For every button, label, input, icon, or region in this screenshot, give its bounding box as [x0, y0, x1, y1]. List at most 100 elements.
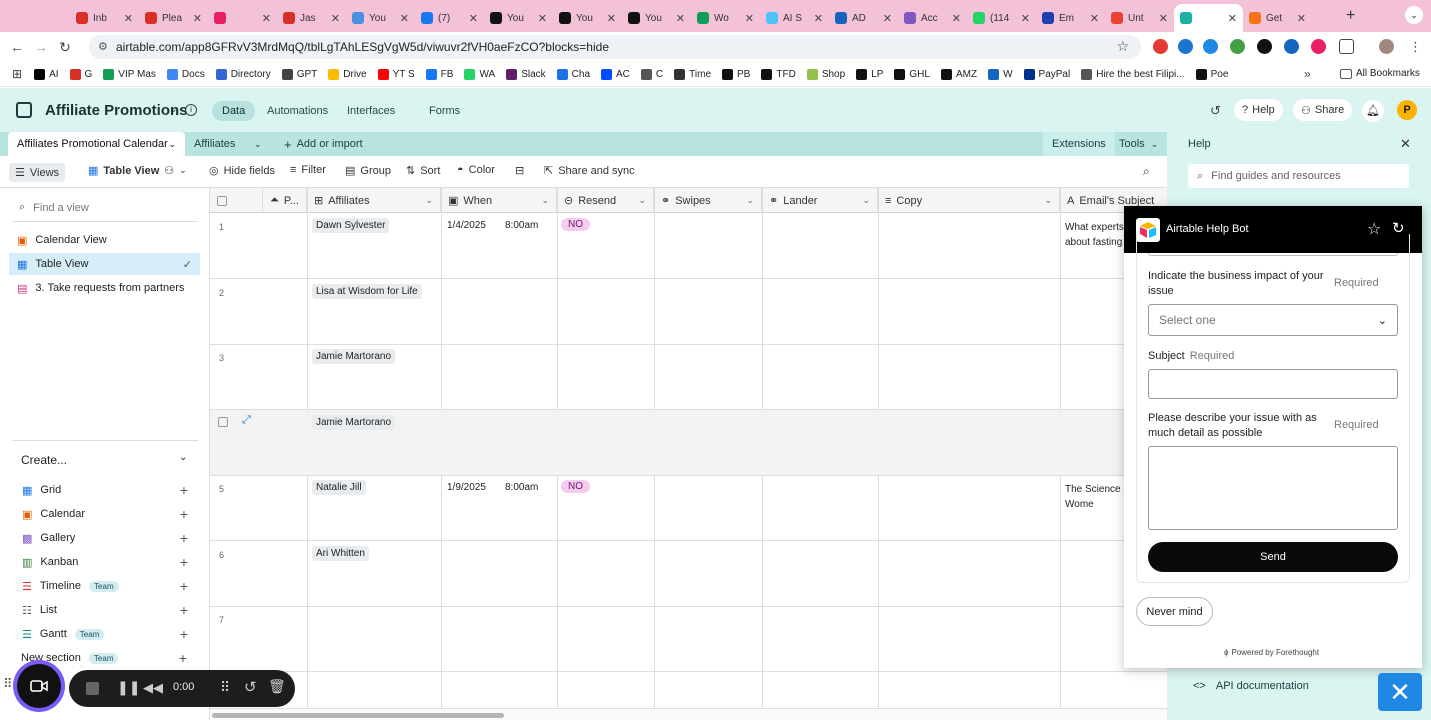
bookmark-item[interactable]: AI: [34, 68, 59, 80]
rewind-icon[interactable]: ◀◀: [143, 680, 163, 696]
browser-tab[interactable]: You ✕: [553, 4, 622, 32]
bookmark-star-icon[interactable]: ☆: [1116, 38, 1129, 55]
browser-tab[interactable]: Plea ✕: [139, 4, 208, 32]
group-button[interactable]: ▤ Group: [345, 164, 391, 178]
when-date[interactable]: 1/4/2025: [447, 220, 486, 231]
create-timeline[interactable]: ☰ Timeline Team +: [22, 576, 190, 596]
extension-icon[interactable]: [1153, 39, 1168, 54]
bookmark-item[interactable]: Drive: [328, 68, 367, 80]
sort-button[interactable]: ⇅ Sort: [406, 164, 440, 178]
browser-tab[interactable]: Unt ✕: [1105, 4, 1174, 32]
view-requests-form[interactable]: ▤ 3. Take requests from partners: [9, 277, 200, 299]
site-info-icon[interactable]: ⚙: [98, 40, 108, 53]
bookmark-item[interactable]: GHL: [894, 68, 930, 80]
close-tab-icon[interactable]: ✕: [676, 12, 685, 25]
browser-tab[interactable]: ✕: [1174, 4, 1243, 32]
column-header-copy[interactable]: ≡ Copy ⌄: [878, 188, 1060, 213]
trash-icon[interactable]: 🗑︎: [268, 678, 286, 695]
bookmark-item[interactable]: W: [988, 68, 1013, 80]
close-tab-icon[interactable]: ✕: [745, 12, 754, 25]
close-tab-icon[interactable]: ✕: [1159, 12, 1168, 25]
back-icon[interactable]: ←: [10, 39, 24, 55]
history-icon[interactable]: ↺: [1210, 103, 1221, 119]
column-header-lander[interactable]: ⚭ Lander ⌄: [762, 188, 878, 213]
bookmark-item[interactable]: G: [69, 68, 92, 80]
bookmark-item[interactable]: PB: [722, 68, 750, 80]
bookmark-item[interactable]: VIP Mas: [103, 68, 156, 80]
when-time[interactable]: 8:00am: [505, 220, 538, 231]
affiliate-chip[interactable]: Lisa at Wisdom for Life: [312, 283, 422, 299]
table-tab-affiliates[interactable]: Affiliates: [185, 132, 244, 156]
send-button[interactable]: Send: [1148, 542, 1398, 572]
close-tab-icon[interactable]: ✕: [1090, 12, 1099, 25]
bookmark-item[interactable]: TFD: [761, 68, 796, 80]
extension-icon[interactable]: [1178, 39, 1193, 54]
bookmark-item[interactable]: Shop: [806, 68, 845, 80]
url-field[interactable]: ⚙ airtable.com/app8GFRvV3MrdMqQ/tblLgTAh…: [89, 35, 1141, 59]
all-bookmarks[interactable]: All Bookmarks: [1340, 68, 1420, 79]
description-textarea[interactable]: [1148, 446, 1398, 530]
apps-grid-icon[interactable]: ⊞: [12, 67, 22, 81]
table-row[interactable]: ⤢ Jamie Martorano: [210, 409, 1167, 476]
select-all-checkbox[interactable]: [210, 188, 263, 213]
close-tab-icon[interactable]: ✕: [124, 12, 133, 25]
chevron-down-icon[interactable]: ⌄: [245, 132, 271, 156]
camera-button[interactable]: [17, 664, 61, 708]
nav-automations[interactable]: Automations: [257, 101, 338, 121]
column-header-when[interactable]: ▣ When ⌄: [441, 188, 557, 213]
close-tab-icon[interactable]: ✕: [538, 12, 547, 25]
bookmark-item[interactable]: Docs: [166, 68, 205, 80]
create-grid[interactable]: ▦ Grid +: [22, 480, 190, 500]
extensions-puzzle-icon[interactable]: [1339, 39, 1354, 54]
bookmark-item[interactable]: AMZ: [940, 68, 977, 80]
extension-icon[interactable]: [1203, 39, 1218, 54]
affiliate-chip[interactable]: Dawn Sylvester: [312, 218, 390, 233]
table-tab-active[interactable]: Affiliates Promotional Calendar ⌄: [8, 132, 185, 156]
row-height-icon[interactable]: ⊟: [515, 164, 524, 177]
resend-tag[interactable]: NO: [561, 218, 590, 231]
views-button[interactable]: ☰ Views: [9, 163, 66, 182]
bookmark-item[interactable]: Slack: [506, 68, 546, 80]
browser-tab[interactable]: Jas ✕: [277, 4, 346, 32]
chevron-down-icon[interactable]: ⌄: [179, 452, 187, 463]
chevron-down-icon[interactable]: ⌄: [168, 139, 176, 150]
nav-forms[interactable]: Forms: [419, 101, 470, 121]
help-search-input[interactable]: ⌕ Find guides and resources: [1188, 164, 1409, 188]
profile-avatar[interactable]: [1379, 39, 1394, 54]
browser-tab[interactable]: You ✕: [484, 4, 553, 32]
bookmark-item[interactable]: LP: [856, 68, 883, 80]
bookmark-item[interactable]: GPT: [281, 68, 317, 80]
browser-tab[interactable]: Wo ✕: [691, 4, 760, 32]
affiliate-chip[interactable]: Jamie Martorano: [312, 349, 396, 364]
browser-tab[interactable]: Em ✕: [1036, 4, 1105, 32]
bookmark-item[interactable]: FB: [425, 68, 453, 80]
when-date[interactable]: 1/9/2025: [447, 482, 486, 493]
close-tab-icon[interactable]: ✕: [331, 12, 340, 25]
browser-tab[interactable]: AD ✕: [829, 4, 898, 32]
find-view-field[interactable]: ⌕ Find a view: [19, 201, 199, 214]
extension-icon[interactable]: [1311, 39, 1326, 54]
browser-tab[interactable]: (114 ✕: [967, 4, 1036, 32]
extension-icon[interactable]: [1284, 39, 1299, 54]
search-icon[interactable]: ⌕: [1143, 164, 1150, 179]
table-row[interactable]: 7: [210, 606, 1167, 672]
extension-icon[interactable]: [1230, 39, 1245, 54]
drag-handle-icon[interactable]: ⠿: [3, 676, 13, 692]
column-header-p[interactable]: ⏶ P...: [263, 188, 307, 213]
never-mind-button[interactable]: Never mind: [1136, 597, 1213, 626]
horizontal-scrollbar[interactable]: [210, 708, 1167, 720]
affiliate-chip[interactable]: Jamie Martorano: [312, 414, 396, 430]
affiliate-chip[interactable]: Ari Whitten: [312, 545, 369, 561]
bookmark-item[interactable]: AC: [601, 68, 630, 80]
more-bookmarks-icon[interactable]: »: [1304, 67, 1311, 81]
info-icon[interactable]: i: [185, 104, 197, 116]
bookmark-item[interactable]: WA: [464, 68, 495, 80]
browser-tab[interactable]: You ✕: [346, 4, 415, 32]
grid-dots-icon[interactable]: ⠿: [220, 679, 230, 696]
close-tab-icon[interactable]: ✕: [262, 12, 271, 25]
base-name[interactable]: Affiliate Promotions: [45, 102, 188, 119]
close-tab-icon[interactable]: ✕: [400, 12, 409, 25]
bookmark-item[interactable]: Cha: [556, 68, 590, 80]
subject-input[interactable]: [1148, 369, 1398, 399]
help-button[interactable]: ? Help: [1234, 99, 1283, 121]
